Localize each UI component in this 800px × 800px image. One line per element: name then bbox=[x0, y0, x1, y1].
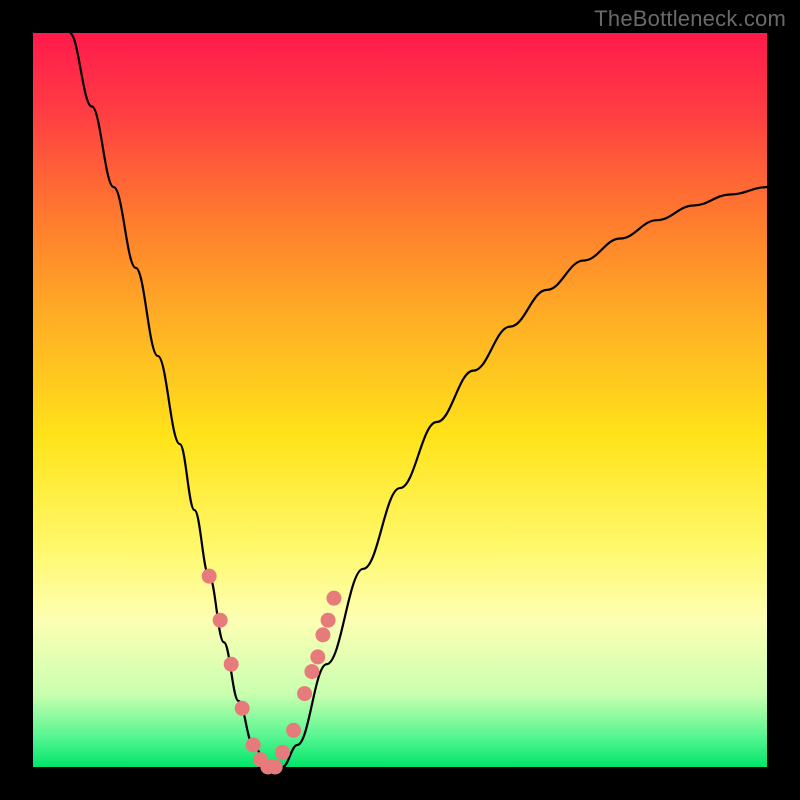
dot bbox=[246, 737, 261, 752]
dot bbox=[315, 627, 330, 642]
chart-container: TheBottleneck.com bbox=[0, 0, 800, 800]
dot bbox=[321, 613, 336, 628]
bottleneck-chart bbox=[0, 0, 800, 800]
dot bbox=[235, 701, 250, 716]
dot bbox=[275, 745, 290, 760]
dot bbox=[202, 569, 217, 584]
dot bbox=[326, 591, 341, 606]
plot-background bbox=[33, 33, 767, 767]
dot bbox=[310, 649, 325, 664]
dot bbox=[297, 686, 312, 701]
dot bbox=[213, 613, 228, 628]
dot bbox=[268, 760, 283, 775]
watermark-text: TheBottleneck.com bbox=[594, 6, 786, 32]
dot bbox=[286, 723, 301, 738]
dot bbox=[304, 664, 319, 679]
dot bbox=[224, 657, 239, 672]
